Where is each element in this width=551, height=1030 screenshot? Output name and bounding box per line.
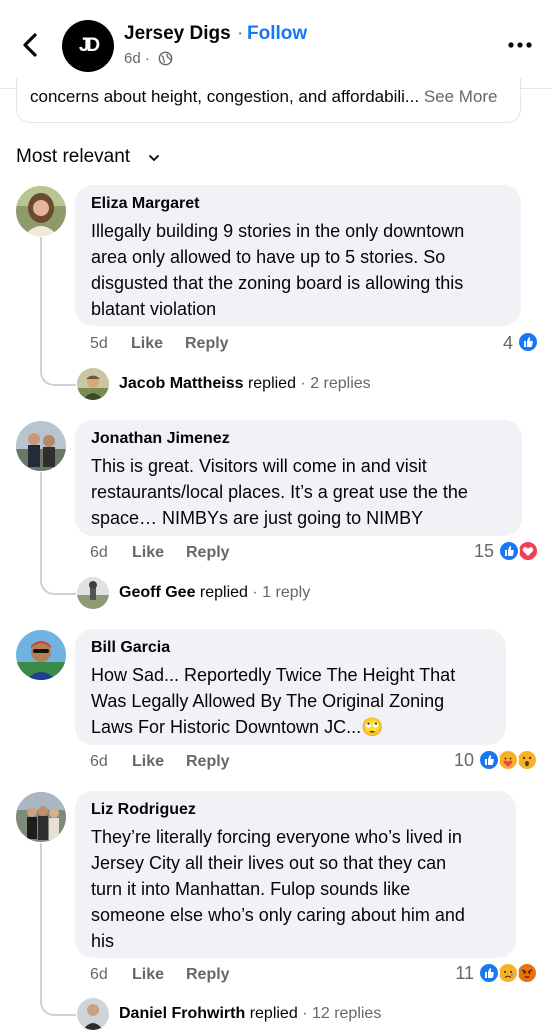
post-snippet: concerns about height, congestion, and a…	[30, 87, 498, 107]
avatar[interactable]	[77, 368, 109, 400]
comment-bubble[interactable]: Bill Garcia How Sad... Reportedly Twice …	[75, 629, 506, 745]
reaction-icons[interactable]	[498, 540, 542, 562]
like-button[interactable]: Like	[131, 335, 163, 353]
avatar[interactable]	[77, 998, 109, 1030]
sad-reaction-icon	[497, 962, 519, 984]
reaction-icons[interactable]	[478, 749, 542, 771]
page-name[interactable]: Jersey Digs	[124, 23, 231, 45]
reaction-icons[interactable]	[478, 962, 542, 984]
comment-text: Illegally building 9 stories in the only…	[91, 221, 465, 319]
comment-author[interactable]: Bill Garcia	[91, 639, 170, 657]
thread-line	[40, 472, 42, 573]
like-reaction-icon	[498, 540, 520, 562]
reply-count: · 1 reply	[252, 584, 311, 601]
comment-text: This is great. Visitors will come in and…	[91, 456, 468, 528]
post-snippet-text: concerns about height, congestion, and a…	[30, 87, 420, 106]
like-reaction-icon	[478, 962, 500, 984]
comment-bubble[interactable]: Jonathan Jimenez This is great. Visitors…	[75, 420, 522, 536]
post-time: 6d ·	[124, 50, 150, 67]
view-replies-link[interactable]: Daniel Frohwirth replied · 12 replies	[119, 1005, 381, 1023]
post-header: JD Jersey Digs · Follow 6d ·	[0, 0, 551, 89]
reaction-count[interactable]: 10	[454, 750, 474, 771]
comment-time: 5d	[90, 335, 108, 352]
avatar[interactable]	[16, 630, 66, 680]
globe-icon	[158, 51, 173, 66]
comment-text: They’re literally forcing everyone who’s…	[91, 827, 465, 951]
view-replies-link[interactable]: Jacob Mattheiss replied · 2 replies	[119, 375, 371, 393]
like-button[interactable]: Like	[132, 966, 164, 984]
comment-author[interactable]: Jonathan Jimenez	[91, 430, 230, 448]
reply-button[interactable]: Reply	[186, 753, 230, 771]
comment-bubble[interactable]: Eliza Margaret Illegally building 9 stor…	[75, 185, 521, 326]
care-reaction-icon	[497, 749, 519, 771]
reaction-icons[interactable]	[517, 331, 543, 353]
thread-line	[40, 843, 42, 994]
avatar[interactable]	[16, 792, 66, 842]
follow-button[interactable]: Follow	[247, 23, 307, 45]
comment-author[interactable]: Liz Rodriguez	[91, 801, 196, 819]
back-arrow-icon[interactable]	[16, 30, 46, 60]
replied-word: replied	[199, 584, 248, 601]
comment-author[interactable]: Eliza Margaret	[91, 195, 199, 213]
like-button[interactable]: Like	[132, 753, 164, 771]
comment-text: How Sad... Reportedly Twice The Height T…	[91, 665, 456, 737]
reply-count: · 12 replies	[302, 1005, 382, 1022]
avatar[interactable]	[77, 577, 109, 609]
separator-dot: ·	[237, 23, 244, 44]
replied-word: replied	[249, 1005, 298, 1022]
reply-button[interactable]: Reply	[186, 966, 230, 984]
like-reaction-icon	[478, 749, 500, 771]
reaction-count[interactable]: 11	[455, 963, 474, 984]
thread-line	[40, 237, 42, 364]
view-replies-link[interactable]: Geoff Gee replied · 1 reply	[119, 584, 310, 602]
reply-author: Geoff Gee	[119, 584, 196, 601]
comment-bubble[interactable]: Liz Rodriguez They’re literally forcing …	[75, 791, 516, 958]
comment-time: 6d	[90, 966, 108, 983]
like-reaction-icon	[517, 331, 539, 353]
avatar[interactable]	[16, 186, 66, 236]
like-button[interactable]: Like	[132, 544, 164, 562]
page-logo-text: JD	[78, 35, 100, 56]
comment-time: 6d	[90, 544, 108, 561]
reply-button[interactable]: Reply	[186, 544, 230, 562]
page-logo-avatar[interactable]: JD	[62, 20, 114, 72]
reaction-count[interactable]: 15	[474, 541, 494, 562]
reply-author: Jacob Mattheiss	[119, 375, 244, 392]
more-options-icon[interactable]	[506, 30, 534, 60]
angry-reaction-icon	[516, 962, 538, 984]
wow-reaction-icon	[516, 749, 538, 771]
chevron-down-icon[interactable]	[148, 154, 160, 162]
see-more-link[interactable]: See More	[424, 87, 498, 106]
thread-connector	[40, 364, 76, 386]
avatar[interactable]	[16, 421, 66, 471]
reply-count: · 2 replies	[300, 375, 371, 392]
thread-connector	[40, 994, 76, 1016]
replied-word: replied	[247, 375, 296, 392]
reply-button[interactable]: Reply	[185, 335, 229, 353]
reaction-count[interactable]: 4	[503, 333, 513, 354]
love-reaction-icon	[517, 540, 539, 562]
comment-time: 6d	[90, 753, 108, 770]
sort-dropdown[interactable]: Most relevant	[16, 146, 130, 168]
reply-author: Daniel Frohwirth	[119, 1005, 246, 1022]
thread-connector	[40, 573, 76, 595]
